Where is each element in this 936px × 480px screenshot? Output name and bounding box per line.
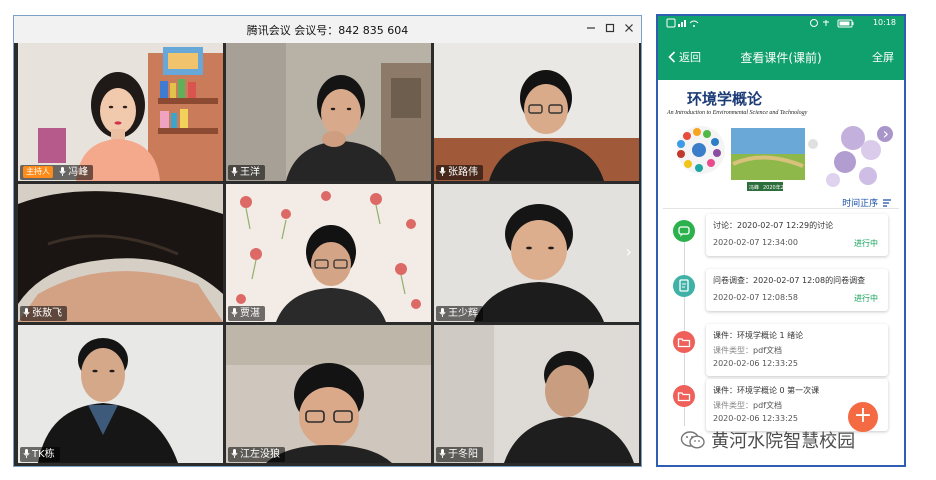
participant-name: 江左没狼 xyxy=(240,449,280,460)
video-tile[interactable]: 贾湛 xyxy=(226,184,431,322)
item-status: 进行中 xyxy=(854,294,878,303)
sort-icon xyxy=(883,199,891,207)
cover-illustration: 冯峰 2020年2月 xyxy=(677,126,893,191)
participant-nametag: 主持人 冯峰 xyxy=(20,165,94,180)
divider xyxy=(663,208,899,209)
phone-screen: 10:18 返回 查看课件(课前) 全屏 环境学概论 An Introducti… xyxy=(656,14,906,467)
item-title: 课件：环境学概论 1 绪论 xyxy=(713,331,804,340)
video-grid: 主持人 冯峰 王洋 张路伟 张敖飞 贾湛 › 王少辉 TK栋 江左没狼 于冬阳 xyxy=(18,43,639,463)
microphone-icon xyxy=(439,167,446,176)
video-feed xyxy=(18,325,223,463)
participant-nametag: 张敖飞 xyxy=(20,306,67,321)
video-feed xyxy=(226,325,431,463)
microphone-icon xyxy=(231,167,238,176)
video-feed xyxy=(226,184,431,322)
cover-subtitle: An Introduction to Environmental Science… xyxy=(667,110,808,116)
video-feed xyxy=(18,43,223,181)
folder-icon xyxy=(673,331,695,353)
wechat-icon xyxy=(680,431,705,449)
item-title: 讨论：2020-02-07 12:29的讨论 xyxy=(713,221,834,230)
prev-page-button[interactable]: ‹ xyxy=(673,124,679,143)
video-feed xyxy=(18,184,223,322)
participant-name: 张敖飞 xyxy=(32,308,62,319)
video-feed xyxy=(434,184,639,322)
item-title: 问卷调查：2020-02-07 12:08的问卷调查 xyxy=(713,276,866,285)
participant-nametag: 王少辉 xyxy=(436,306,483,321)
watermark: 黄河水院智慧校园 xyxy=(680,427,856,452)
cover-title: 环境学概论 xyxy=(687,90,763,108)
folder-icon xyxy=(673,385,695,407)
item-status: 进行中 xyxy=(854,239,878,248)
status-time: 10:18 xyxy=(872,18,896,27)
participant-nametag: 江左没狼 xyxy=(228,447,285,462)
courseware-cover[interactable]: 环境学概论 An Introduction to Environmental S… xyxy=(663,82,899,192)
timeline-card[interactable]: 讨论：2020-02-07 12:29的讨论 2020-02-07 12:34:… xyxy=(706,214,888,256)
watermark-text: 黄河水院智慧校园 xyxy=(711,431,856,452)
survey-icon xyxy=(673,275,695,297)
video-tile[interactable]: 王洋 xyxy=(226,43,431,181)
minimize-button[interactable] xyxy=(582,20,600,38)
video-tile[interactable]: TK栋 xyxy=(18,325,223,463)
video-tile[interactable]: 江左没狼 xyxy=(226,325,431,463)
host-badge: 主持人 xyxy=(23,166,53,178)
video-tile[interactable]: 张路伟 xyxy=(434,43,639,181)
item-time: 2020-02-07 12:08:58 xyxy=(713,293,798,302)
item-time: 2020-02-07 12:34:00 xyxy=(713,238,798,247)
cover-author: 冯峰 xyxy=(749,184,759,191)
participant-nametag: 于冬阳 xyxy=(436,447,483,462)
item-time: 2020-02-06 12:33:25 xyxy=(713,414,798,423)
timeline-card[interactable]: 课件：环境学概论 1 绪论 课件类型：pdf文档 2020-02-06 12:3… xyxy=(706,324,888,376)
video-tile[interactable]: › 王少辉 xyxy=(434,184,639,322)
item-title: 课件：环境学概论 0 第一次课 xyxy=(713,386,820,395)
fullscreen-button[interactable]: 全屏 xyxy=(872,49,894,65)
next-page-button[interactable]: › xyxy=(883,124,889,143)
cover-date: 2020年2月 xyxy=(763,184,789,191)
microphone-icon xyxy=(23,449,30,458)
maximize-button[interactable] xyxy=(601,20,619,38)
phone-status-bar: 10:18 xyxy=(658,16,904,30)
participant-nametag: TK栋 xyxy=(20,447,60,462)
video-feed xyxy=(434,325,639,463)
signal-wifi-icon xyxy=(666,18,699,28)
item-time: 2020-02-06 12:33:25 xyxy=(713,359,798,368)
participant-nametag: 张路伟 xyxy=(436,165,483,180)
microphone-icon xyxy=(231,449,238,458)
minimize-icon xyxy=(587,27,595,29)
participant-nametag: 王洋 xyxy=(228,165,265,180)
close-button[interactable] xyxy=(620,20,638,38)
discussion-icon xyxy=(673,220,695,242)
video-tile[interactable]: 主持人 冯峰 xyxy=(18,43,223,181)
app-header: 返回 查看课件(课前) 全屏 xyxy=(658,30,904,80)
participant-name: 王洋 xyxy=(240,167,260,178)
close-icon xyxy=(625,24,633,32)
meeting-title: 腾讯会议 会议号：842 835 604 xyxy=(246,24,409,37)
timeline-card[interactable]: 问卷调查：2020-02-07 12:08的问卷调查 2020-02-07 12… xyxy=(706,269,888,311)
video-tile[interactable]: 张敖飞 xyxy=(18,184,223,322)
item-type: 课件类型：pdf文档 xyxy=(713,401,782,410)
page-title: 查看课件(课前) xyxy=(740,51,822,65)
participant-name: 王少辉 xyxy=(448,308,478,319)
microphone-icon xyxy=(231,308,238,317)
next-page-arrow-icon[interactable]: › xyxy=(626,242,632,261)
screenshot-composite: 腾讯会议 会议号：842 835 604 主持人 冯峰 王洋 张路伟 张敖飞 贾… xyxy=(0,0,936,480)
participant-name: 冯峰 xyxy=(68,167,89,178)
video-feed xyxy=(434,43,639,181)
participant-name: 张路伟 xyxy=(448,167,478,178)
meeting-titlebar: 腾讯会议 会议号：842 835 604 xyxy=(14,16,641,43)
participant-name: TK栋 xyxy=(32,449,55,460)
microphone-icon xyxy=(23,308,30,317)
microphone-icon xyxy=(439,449,446,458)
participant-name: 贾湛 xyxy=(240,308,260,319)
microphone-icon xyxy=(59,167,66,176)
video-feed xyxy=(226,43,431,181)
participant-name: 于冬阳 xyxy=(448,449,478,460)
item-type: 课件类型：pdf文档 xyxy=(713,346,782,355)
video-tile[interactable]: 于冬阳 xyxy=(434,325,639,463)
participant-nametag: 贾湛 xyxy=(228,306,265,321)
status-icons xyxy=(810,19,854,28)
maximize-icon xyxy=(605,23,615,33)
microphone-icon xyxy=(439,308,446,317)
meeting-window: 腾讯会议 会议号：842 835 604 主持人 冯峰 王洋 张路伟 张敖飞 贾… xyxy=(13,15,642,467)
